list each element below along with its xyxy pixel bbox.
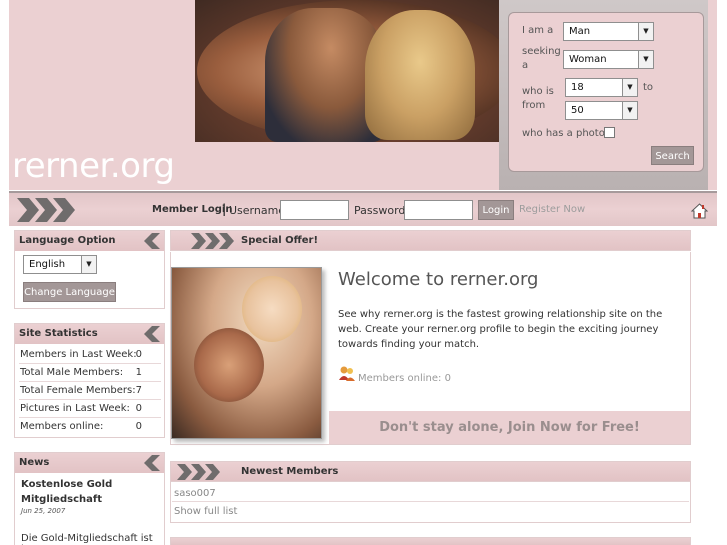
language-option-title: Language Option [19, 235, 116, 246]
newest-members-content [170, 482, 691, 523]
chevron-down-icon: ▼ [622, 102, 637, 119]
chevron-down-icon: ▼ [81, 256, 96, 273]
member-login-title: Member Login [152, 204, 233, 215]
collapse-chevron-icon[interactable] [142, 232, 162, 250]
stat-value: 0 [135, 349, 142, 360]
seeking-label: seeking [522, 46, 561, 57]
i-am-label: I am a [522, 25, 554, 36]
news-title: News [19, 457, 50, 468]
from-label: from [522, 100, 546, 111]
stat-row: Members online: 0 [20, 421, 160, 432]
chevron-down-icon: ▼ [622, 79, 637, 96]
stat-row: Total Male Members: 1 [20, 367, 160, 378]
welcome-title: Welcome to rerner.org [338, 269, 539, 290]
special-offer-header: Special Offer! [170, 230, 691, 251]
next-section-header [170, 537, 691, 545]
language-option-header: Language Option [15, 231, 164, 251]
password-label: Password: [354, 204, 410, 217]
news-body: Die Gold-Mitgliedschaft ist jetzt [21, 533, 153, 545]
news-box: News Kostenlose Gold Mitgliedschaft Jun … [14, 452, 165, 545]
newest-members-header: Newest Members [170, 461, 691, 482]
stat-label: Pictures in Last Week: [20, 403, 130, 414]
chevron-arrows-icon [177, 464, 220, 480]
join-now-link[interactable]: Don't stay alone, Join Now for Free! [329, 420, 690, 435]
home-icon[interactable] [691, 203, 708, 219]
stat-label: Members in Last Week: [20, 349, 137, 360]
newest-members-title: Newest Members [241, 466, 339, 477]
change-language-button[interactable]: Change Language [23, 282, 116, 302]
members-online-text: Members online: 0 [358, 373, 451, 384]
language-select[interactable]: English ▼ [23, 255, 97, 274]
language-option-box: Language Option English ▼ Change Languag… [14, 230, 165, 309]
stat-label: Total Male Members: [20, 367, 124, 378]
stat-row: Pictures in Last Week: 0 [20, 403, 160, 414]
welcome-text: See why rerner.org is the fastest growin… [338, 309, 663, 350]
collapse-chevron-icon[interactable] [142, 454, 162, 472]
header-strip [195, 142, 517, 190]
divider [172, 501, 689, 502]
stat-value: 0 [135, 421, 142, 432]
chevron-down-icon: ▼ [638, 51, 653, 68]
has-photo-checkbox[interactable] [604, 127, 615, 138]
site-logo[interactable]: rerner.org [12, 146, 175, 186]
username-input[interactable] [280, 200, 349, 220]
chevron-arrows-icon [17, 198, 75, 222]
seeking-select-value: Woman [569, 54, 607, 65]
news-header: News [15, 453, 164, 473]
special-offer-title: Special Offer! [241, 235, 319, 246]
stat-row: Members in Last Week: 0 [20, 349, 160, 360]
who-is-label: who is [522, 86, 554, 97]
site-statistics-header: Site Statistics [15, 324, 164, 344]
stat-value: 1 [135, 367, 142, 378]
news-date: Jun 25, 2007 [21, 507, 66, 515]
show-full-list-link[interactable]: Show full list [174, 506, 237, 517]
age-from-value: 18 [571, 82, 584, 93]
age-to-select[interactable]: 50 ▼ [565, 101, 638, 120]
header-couple-photo [195, 0, 517, 142]
members-online-icon [339, 366, 355, 381]
collapse-chevron-icon[interactable] [142, 325, 162, 343]
gender-select-value: Man [569, 26, 591, 37]
search-button[interactable]: Search [651, 146, 694, 165]
login-bar: Member Login | Username: Password: Login… [9, 191, 717, 226]
stat-value: 0 [135, 403, 142, 414]
photo-label: who has a photo [522, 128, 605, 139]
chevron-down-icon: ▼ [638, 23, 653, 40]
seeking-select[interactable]: Woman ▼ [563, 50, 654, 69]
gender-select[interactable]: Man ▼ [563, 22, 654, 41]
couple-photo [171, 267, 322, 439]
age-from-select[interactable]: 18 ▼ [565, 78, 638, 97]
chevron-arrows-icon [191, 233, 234, 249]
stat-label: Total Female Members: [20, 385, 136, 396]
site-statistics-title: Site Statistics [19, 328, 98, 339]
stat-value: 7 [135, 385, 142, 396]
language-select-value: English [29, 259, 66, 270]
age-to-value: 50 [571, 105, 584, 116]
login-separator: | [222, 202, 227, 216]
login-button[interactable]: Login [478, 200, 514, 220]
to-label: to [643, 82, 654, 93]
password-input[interactable] [404, 200, 473, 220]
site-statistics-box: Site Statistics Members in Last Week: 0 … [14, 323, 165, 438]
news-headline[interactable]: Kostenlose Gold Mitgliedschaft [21, 477, 151, 507]
register-now-link[interactable]: Register Now [519, 204, 585, 215]
newest-member-link[interactable]: saso007 [174, 488, 216, 499]
stat-row: Total Female Members: 7 [20, 385, 160, 396]
seeking-label-a: a [522, 60, 529, 71]
stat-label: Members online: [20, 421, 104, 432]
